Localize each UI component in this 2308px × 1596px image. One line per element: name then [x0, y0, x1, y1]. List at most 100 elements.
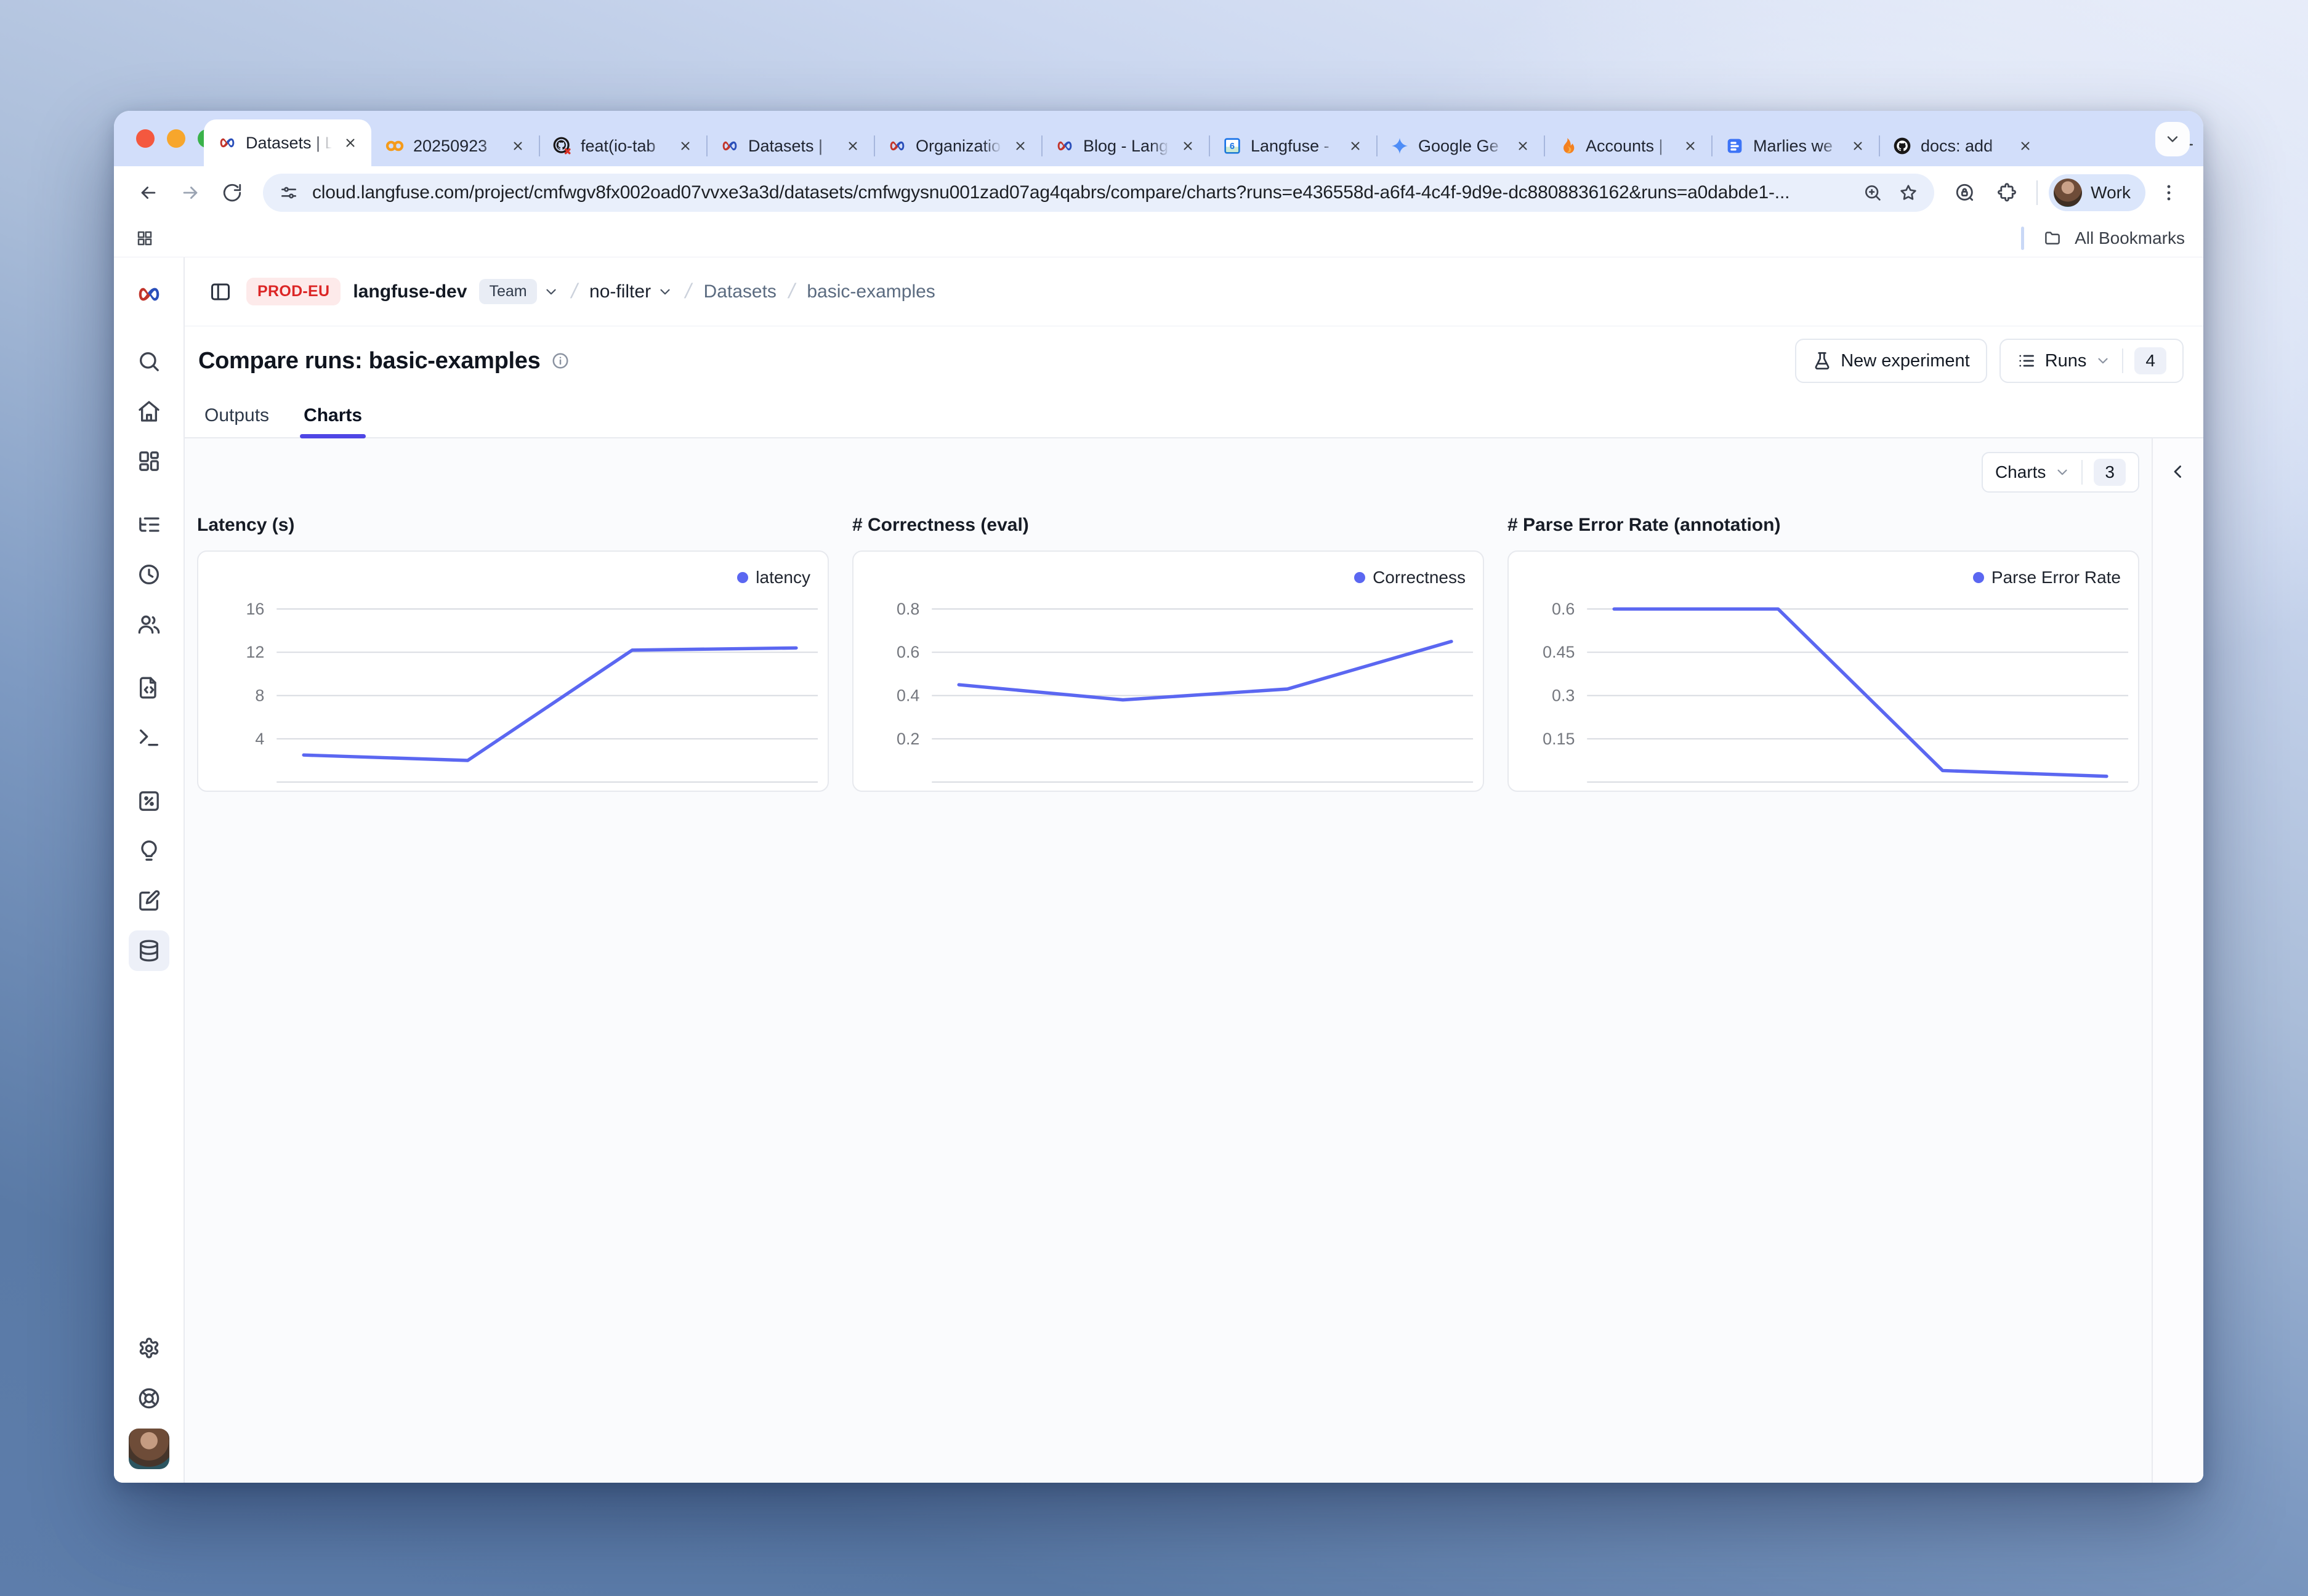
- url-text[interactable]: cloud.langfuse.com/project/cmfwgv8fx002o…: [312, 182, 1849, 203]
- browser-tab[interactable]: 6Langfuse -: [1209, 126, 1376, 166]
- close-tab-icon[interactable]: [2015, 136, 2035, 156]
- sidebar-item-users[interactable]: [129, 604, 169, 645]
- sidebar-item-sessions-clock[interactable]: [129, 554, 169, 595]
- collapse-panel-button[interactable]: [2161, 454, 2195, 489]
- extensions-icon[interactable]: [1988, 174, 2025, 211]
- folder-icon: [2040, 226, 2065, 251]
- svg-text:8: 8: [255, 687, 264, 705]
- runs-dropdown-button[interactable]: Runs 4: [1999, 339, 2184, 383]
- sidebar-item-settings-gear[interactable]: [129, 1328, 169, 1369]
- tab-title: Google Ge: [1418, 137, 1504, 156]
- browser-tab[interactable]: Google Ge: [1376, 126, 1544, 166]
- sidebar-item-home[interactable]: [129, 391, 169, 432]
- tab-divider: [1711, 135, 1713, 156]
- page-title: Compare runs: basic-examples: [198, 348, 540, 374]
- close-tab-icon[interactable]: [1848, 136, 1868, 156]
- sidebar-item-annotation-pen[interactable]: [129, 881, 169, 921]
- toolbar-divider: [2036, 180, 2038, 205]
- privacy-icon[interactable]: [1947, 174, 1983, 211]
- close-tab-icon[interactable]: [508, 136, 528, 156]
- tab-search-button[interactable]: [2155, 122, 2190, 156]
- env-badge: PROD-EU: [246, 278, 341, 305]
- address-bar[interactable]: cloud.langfuse.com/project/cmfwgv8fx002o…: [263, 174, 1934, 212]
- sidebar-item-tracing[interactable]: [129, 504, 169, 545]
- browser-tab[interactable]: docs: add: [1879, 126, 2046, 166]
- tab-charts[interactable]: Charts: [300, 405, 366, 437]
- browser-tab[interactable]: Datasets |: [706, 126, 874, 166]
- sidebar-item-search[interactable]: [129, 341, 169, 382]
- legend-dot-icon: [737, 572, 748, 583]
- charts-dropdown-button[interactable]: Charts 3: [1982, 452, 2139, 493]
- close-tab-icon[interactable]: [1513, 136, 1533, 156]
- chart-card: Parse Error Rate0.150.30.450.6: [1507, 550, 2139, 792]
- browser-tab[interactable]: Datasets | L: [204, 119, 371, 166]
- zoom-icon[interactable]: [1860, 180, 1885, 205]
- chart-title: # Correctness (eval): [852, 515, 1484, 536]
- browser-tab[interactable]: Blog - Lang: [1041, 126, 1209, 166]
- legend-dot-icon: [1973, 572, 1984, 583]
- browser-tab[interactable]: 20250923: [371, 126, 539, 166]
- apps-grid-icon[interactable]: [132, 226, 157, 251]
- browser-toolbar: cloud.langfuse.com/project/cmfwgv8fx002o…: [114, 166, 2203, 219]
- close-tab-icon[interactable]: [1346, 136, 1365, 156]
- tab-title: Datasets |: [748, 137, 834, 156]
- browser-tab[interactable]: feat(io-tab: [539, 126, 706, 166]
- tab-outputs[interactable]: Outputs: [201, 405, 273, 437]
- profile-avatar: [2054, 179, 2082, 207]
- breadcrumb-datasets-link[interactable]: Datasets: [704, 281, 777, 302]
- minimize-window-button[interactable]: [167, 129, 185, 148]
- sidebar-item-playground-terminal[interactable]: [129, 717, 169, 758]
- charts-grid: Latency (s)latency481216# Correctness (e…: [197, 515, 2139, 792]
- tab-divider: [874, 135, 875, 156]
- org-type-dropdown[interactable]: Team: [479, 279, 559, 304]
- close-tab-icon[interactable]: [843, 136, 863, 156]
- tab-title: docs: add: [1921, 137, 2007, 156]
- sidebar-item-evals-percent[interactable]: [129, 781, 169, 821]
- bookmark-star-icon[interactable]: [1896, 180, 1921, 205]
- breadcrumb: PROD-EU langfuse-dev Team / no-filter / …: [185, 257, 2203, 326]
- forward-button[interactable]: [172, 174, 209, 211]
- close-tab-icon[interactable]: [1681, 136, 1700, 156]
- close-tab-icon[interactable]: [1011, 136, 1030, 156]
- close-tab-icon[interactable]: [1178, 136, 1198, 156]
- chevron-down-icon: [543, 284, 559, 300]
- github-favicon-icon: [1892, 136, 1912, 156]
- info-icon[interactable]: [551, 352, 570, 370]
- browser-tab[interactable]: Accounts |: [1544, 126, 1711, 166]
- home-icon: [137, 399, 161, 424]
- user-avatar[interactable]: [129, 1429, 169, 1469]
- datasets-database-icon: [137, 938, 161, 963]
- browser-tab[interactable]: Marlies we: [1711, 126, 1879, 166]
- chart-card: latency481216: [197, 550, 829, 792]
- insights-lightbulb-icon: [137, 839, 161, 863]
- flame-favicon-icon: [1557, 136, 1577, 156]
- charts-count-badge: 3: [2094, 459, 2126, 486]
- browser-profile-button[interactable]: Work: [2049, 174, 2145, 211]
- site-settings-icon[interactable]: [276, 180, 301, 205]
- sidebar-item-datasets-database[interactable]: [129, 930, 169, 971]
- dashboard-icon: [137, 449, 161, 474]
- browser-menu-button[interactable]: [2150, 174, 2187, 211]
- browser-tab[interactable]: Organizatio: [874, 126, 1041, 166]
- new-experiment-button[interactable]: New experiment: [1795, 339, 1987, 383]
- langfuse-logo-icon[interactable]: [129, 275, 169, 314]
- back-button[interactable]: [130, 174, 167, 211]
- close-window-button[interactable]: [136, 129, 155, 148]
- close-tab-icon[interactable]: [341, 133, 360, 153]
- project-dropdown[interactable]: no-filter: [589, 281, 673, 302]
- sidebar-toggle-icon[interactable]: [207, 278, 234, 305]
- reload-button[interactable]: [214, 174, 251, 211]
- close-tab-icon[interactable]: [676, 136, 695, 156]
- chevron-down-icon: [2054, 464, 2070, 480]
- sidebar-item-support-lifebuoy[interactable]: [129, 1378, 169, 1419]
- sidebar-item-prompts-file-code[interactable]: [129, 667, 169, 708]
- sidebar-item-insights-lightbulb[interactable]: [129, 831, 169, 871]
- users-icon: [137, 612, 161, 637]
- breadcrumb-current[interactable]: basic-examples: [807, 281, 935, 302]
- breadcrumb-org[interactable]: langfuse-dev: [353, 281, 467, 302]
- sidebar-item-dashboard[interactable]: [129, 441, 169, 482]
- all-bookmarks-button[interactable]: All Bookmarks: [2075, 228, 2185, 248]
- chart-block: # Correctness (eval)Correctness0.20.40.6…: [852, 515, 1484, 792]
- chart-block: Latency (s)latency481216: [197, 515, 829, 792]
- svg-text:16: 16: [246, 600, 265, 618]
